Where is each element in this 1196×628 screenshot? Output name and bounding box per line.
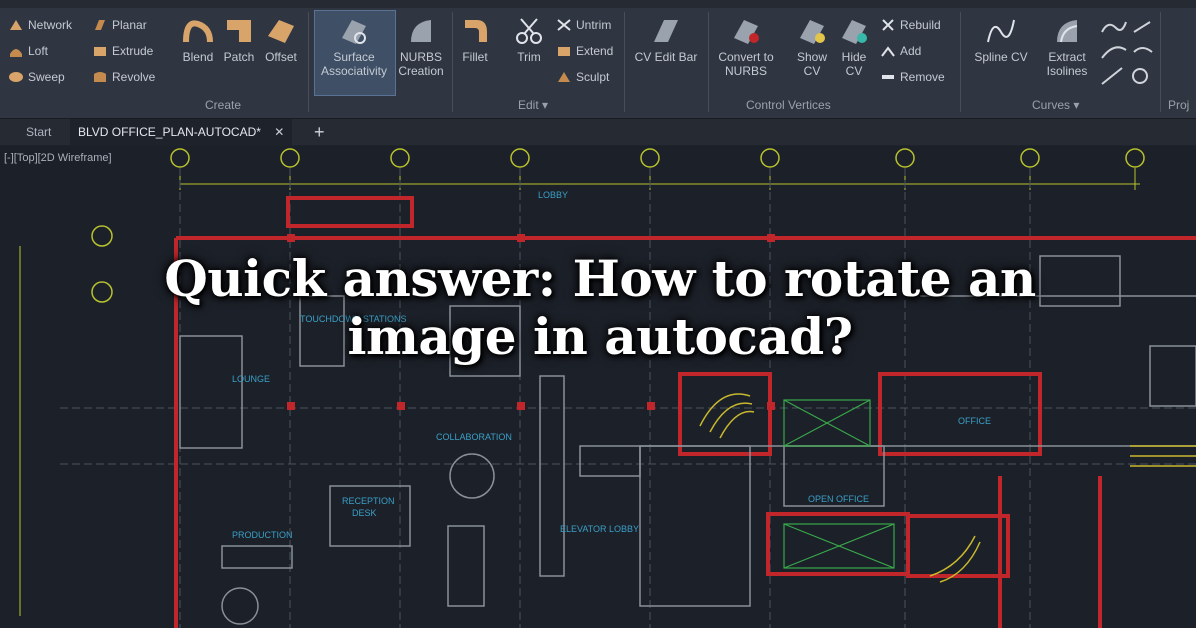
planar-tool[interactable]: Planar xyxy=(92,18,147,32)
show-cv-button[interactable]: Show CV xyxy=(788,16,836,78)
ribbon: Network Loft Sweep Planar Extrude Revolv… xyxy=(0,0,1196,119)
label-reception: RECEPTION xyxy=(342,496,395,506)
edit-panel-dropdown[interactable]: Edit ▾ xyxy=(518,98,548,112)
article-headline: Quick answer: How to rotate an image in … xyxy=(90,250,1110,366)
ribbon-tab-strip xyxy=(0,0,1196,8)
label-reception-sub: DESK xyxy=(352,508,377,518)
extrude-tool[interactable]: Extrude xyxy=(92,44,153,58)
offset-icon xyxy=(268,20,294,43)
panel-divider xyxy=(1160,12,1161,112)
untrim-tool[interactable]: Untrim xyxy=(556,18,611,32)
label-production: PRODUCTION xyxy=(232,530,293,540)
floor-plan-drawing: LOBBY TOUCHDOWN STATIONS LOUNGE COLLABOR… xyxy=(19,148,1196,628)
panel-divider xyxy=(624,12,625,112)
revolve-icon xyxy=(94,72,106,82)
extrude-icon xyxy=(94,47,106,56)
curves-panel-dropdown[interactable]: Curves ▾ xyxy=(1032,98,1079,112)
extend-tool[interactable]: Extend xyxy=(556,44,613,58)
extract-isolines-button[interactable]: Extract Isolines xyxy=(1032,16,1102,78)
sweep-tool[interactable]: Sweep xyxy=(8,70,65,84)
tab-document-label: BLVD OFFICE_PLAN-AUTOCAD* xyxy=(78,125,261,139)
cv-edit-bar-button[interactable]: CV Edit Bar xyxy=(629,16,703,64)
rebuild-icon xyxy=(882,19,894,31)
network-tool[interactable]: Network xyxy=(8,18,72,32)
remove-tool[interactable]: Remove xyxy=(880,70,945,84)
fillet-icon xyxy=(465,20,487,42)
trim-button[interactable]: Trim xyxy=(494,16,564,64)
extract-isolines-icon xyxy=(1057,20,1078,43)
label-collaboration: COLLABORATION xyxy=(436,432,512,442)
untrim-icon xyxy=(557,19,571,31)
offset-button[interactable]: Offset xyxy=(246,16,316,64)
extend-icon xyxy=(558,47,570,56)
create-panel-title: Create xyxy=(205,98,242,112)
label-open-office: OPEN OFFICE xyxy=(808,494,869,504)
headline-line-2: image in autocad? xyxy=(347,307,853,366)
loft-icon xyxy=(10,49,22,57)
sculpt-icon xyxy=(558,72,570,82)
nurbs-creation-icon xyxy=(411,20,431,42)
spline-cv-icon xyxy=(987,19,1015,43)
show-cv-icon xyxy=(800,20,825,44)
label-elevator-lobby: ELEVATOR LOBBY xyxy=(560,524,639,534)
tab-document[interactable]: BLVD OFFICE_PLAN-AUTOCAD* ✕ xyxy=(70,119,293,145)
add-tool[interactable]: Add xyxy=(880,44,921,58)
hide-cv-button[interactable]: Hide CV xyxy=(830,16,878,78)
project-panel-title: Proj xyxy=(1168,98,1190,112)
stairs xyxy=(699,393,1196,583)
control-vertices-panel-title: Control Vertices xyxy=(746,98,831,112)
hide-cv-icon xyxy=(842,20,867,44)
loft-tool[interactable]: Loft xyxy=(8,44,48,58)
label-office: OFFICE xyxy=(958,416,991,426)
label-lobby: LOBBY xyxy=(538,190,568,200)
sweep-icon xyxy=(9,72,23,82)
curve-tools-icons[interactable] xyxy=(1098,18,1158,90)
sculpt-tool[interactable]: Sculpt xyxy=(556,70,609,84)
close-icon[interactable]: ✕ xyxy=(274,125,284,139)
panel-divider xyxy=(308,12,309,112)
add-icon xyxy=(881,46,895,57)
remove-icon xyxy=(882,75,894,79)
green-rooms xyxy=(783,399,895,569)
label-lounge: LOUNGE xyxy=(232,374,270,384)
planar-icon xyxy=(95,20,105,30)
drawing-viewport[interactable]: LOBBY TOUCHDOWN STATIONS LOUNGE COLLABOR… xyxy=(0,146,1196,628)
surface-associativity-button[interactable]: Surface Associativity xyxy=(319,16,389,78)
dimension-lines xyxy=(19,168,1140,616)
panel-divider xyxy=(708,12,709,112)
spline-cv-button[interactable]: Spline CV xyxy=(966,16,1036,64)
network-icon xyxy=(10,20,22,30)
document-tab-bar: Start BLVD OFFICE_PLAN-AUTOCAD* ✕ + xyxy=(0,119,1196,145)
convert-to-nurbs-icon xyxy=(734,20,759,44)
scissors-icon xyxy=(516,18,542,44)
surface-associativity-icon xyxy=(342,20,366,44)
new-tab-button[interactable]: + xyxy=(314,119,325,145)
panel-divider xyxy=(960,12,961,112)
cv-edit-bar-icon xyxy=(654,20,678,42)
viewport-controls-label[interactable]: [-][Top][2D Wireframe] xyxy=(4,152,112,164)
tab-start[interactable]: Start xyxy=(26,119,51,145)
headline-line-1: Quick answer: How to rotate an xyxy=(164,249,1036,308)
rebuild-tool[interactable]: Rebuild xyxy=(880,18,941,32)
convert-to-nurbs-button[interactable]: Convert to NURBS xyxy=(710,16,782,78)
revolve-tool[interactable]: Revolve xyxy=(92,70,155,84)
